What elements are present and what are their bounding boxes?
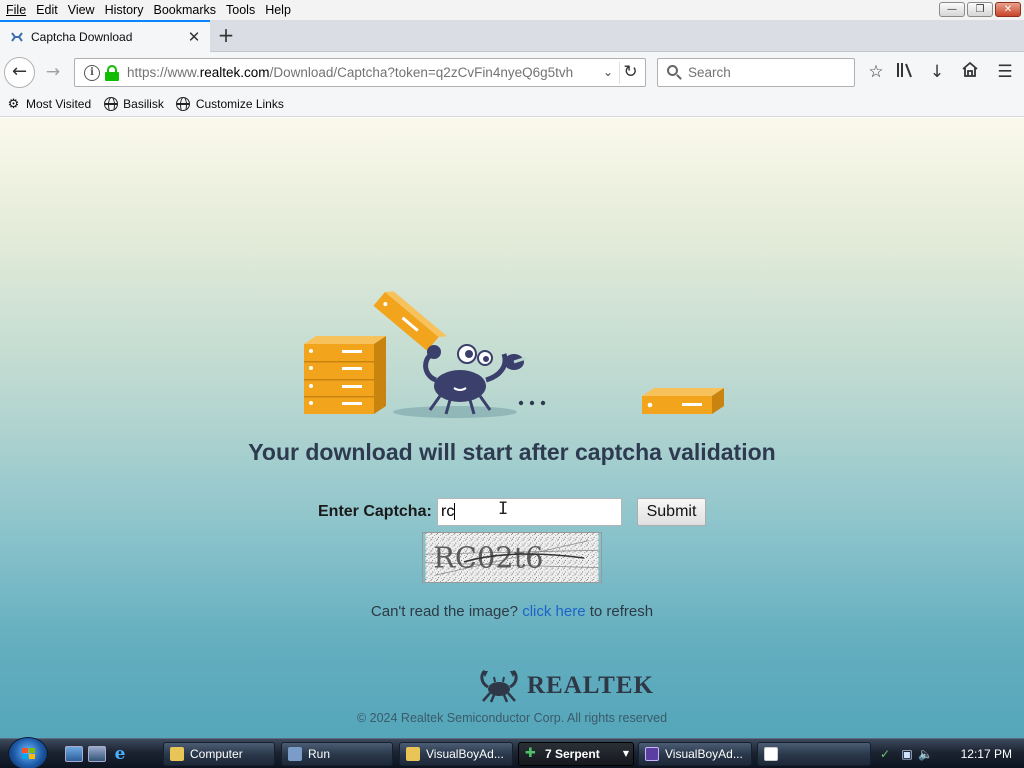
taskbar-computer[interactable]: Computer xyxy=(163,742,275,766)
bookmark-label: Most Visited xyxy=(26,97,92,111)
menu-tools[interactable]: Tools xyxy=(221,0,260,20)
folder-icon xyxy=(406,747,420,761)
site-info-icon[interactable]: i xyxy=(84,64,100,81)
bookmark-customize-links[interactable]: Customize Links xyxy=(176,97,284,112)
gameboy-icon xyxy=(645,747,659,761)
page-headline: Your download will start after captcha v… xyxy=(248,439,776,465)
menu-file[interactable]: File xyxy=(0,0,31,20)
realtek-crab-logo-icon xyxy=(480,669,518,703)
url-dropdown-icon[interactable]: ⌄ xyxy=(603,65,613,79)
taskbar-run[interactable]: Run xyxy=(281,742,393,766)
bookmark-star-icon[interactable]: ☆ xyxy=(864,61,888,83)
library-icon[interactable] xyxy=(893,61,917,83)
taskbar-label: Computer xyxy=(190,747,243,761)
tray-shield-icon[interactable]: ✓ xyxy=(878,747,892,761)
windows-logo-icon xyxy=(22,748,36,761)
menu-edit[interactable]: Edit xyxy=(31,0,63,20)
captcha-text: RC02t6 xyxy=(433,541,543,575)
menu-bookmarks[interactable]: Bookmarks xyxy=(148,0,221,20)
copyright-text: © 2024 Realtek Semiconductor Corp. All r… xyxy=(356,711,668,725)
page-content: Your download will start after captcha v… xyxy=(0,118,1024,738)
url-bar[interactable]: i https://www.realtek.com/Download/Captc… xyxy=(74,58,646,87)
menu-view[interactable]: View xyxy=(63,0,100,20)
close-tab-icon[interactable]: ✕ xyxy=(184,28,204,46)
system-tray: ✓ ▣ 🔈 12:17 PM xyxy=(874,739,1024,768)
show-desktop-icon[interactable] xyxy=(65,746,83,762)
submit-button[interactable]: Submit xyxy=(637,498,706,526)
bookmarks-toolbar: ⚙ Most Visited Basilisk Customize Links xyxy=(0,92,1024,117)
internet-explorer-icon[interactable]: e xyxy=(111,746,129,763)
search-box[interactable]: Search xyxy=(657,58,855,87)
taskbar-visualboyadvance-1[interactable]: VisualBoyAd... xyxy=(399,742,513,766)
search-placeholder: Search xyxy=(688,65,731,80)
menu-bar: File Edit View History Bookmarks Tools H… xyxy=(0,0,1024,20)
windows-taskbar: e Computer Run VisualBoyAd... ✚ 7 Serpen… xyxy=(0,737,1024,768)
run-icon xyxy=(288,747,302,761)
realtek-favicon-icon xyxy=(9,29,25,45)
search-icon xyxy=(666,64,684,82)
bookmark-basilisk[interactable]: Basilisk xyxy=(103,97,164,112)
realtek-brand-text: REALTEK xyxy=(527,672,654,699)
tab-title: Captcha Download xyxy=(31,30,133,44)
taskbar-label: 7 Serpent xyxy=(545,747,600,761)
taskbar-visualboyadvance-2[interactable]: VisualBoyAd... xyxy=(638,742,752,766)
navigation-bar: ← → i https://www.realtek.com/Download/C… xyxy=(0,52,1024,92)
tab-captcha-download[interactable]: Captcha Download ✕ xyxy=(0,20,210,52)
menu-history[interactable]: History xyxy=(100,0,149,20)
captcha-input[interactable]: rc xyxy=(437,498,622,526)
taskbar-label: Run xyxy=(308,747,331,761)
menu-help[interactable]: Help xyxy=(260,0,296,20)
menu-hamburger-icon[interactable]: ☰ xyxy=(993,61,1017,83)
gear-icon: ⚙ xyxy=(7,96,20,112)
refresh-prefix: Can't read the image? xyxy=(370,603,519,620)
bookmark-label: Customize Links xyxy=(195,97,284,111)
captcha-input-value: rc xyxy=(441,503,455,520)
taskbar-label: VisualBoyAd... xyxy=(665,747,743,761)
taskbar-java-app[interactable] xyxy=(757,742,871,766)
back-button[interactable]: ← xyxy=(4,57,35,88)
new-tab-button[interactable]: + xyxy=(214,24,238,48)
forward-button[interactable]: → xyxy=(42,62,64,84)
restore-button[interactable]: ❐ xyxy=(967,2,993,17)
crab-servers-illustration xyxy=(304,291,724,418)
mouse-ibeam-cursor-icon: I xyxy=(498,499,509,519)
network-icon[interactable]: ▣ xyxy=(900,747,914,761)
close-window-button[interactable]: ✕ xyxy=(995,2,1021,17)
url-text[interactable]: https://www.realtek.com/Download/Captcha… xyxy=(127,65,601,80)
server-stack-icon xyxy=(304,336,386,414)
clock[interactable]: 12:17 PM xyxy=(961,747,1012,761)
reload-icon[interactable]: ↻ xyxy=(619,62,641,84)
refresh-link[interactable]: click here xyxy=(522,603,585,620)
java-icon xyxy=(764,747,778,761)
taskbar-serpent[interactable]: ✚ 7 Serpent ▼ xyxy=(518,742,634,766)
captcha-image: RC02t6 xyxy=(422,532,602,583)
start-button[interactable] xyxy=(8,737,48,768)
folder-icon xyxy=(170,747,184,761)
window-controls: — ❐ ✕ xyxy=(939,2,1021,17)
crab-mascot-icon xyxy=(423,344,527,415)
bookmark-label: Basilisk xyxy=(123,97,164,111)
globe-icon xyxy=(176,97,191,112)
refresh-line: Can't read the image? click here to refr… xyxy=(0,603,1024,620)
realtek-logo: REALTEK xyxy=(477,669,654,703)
taskbar-label: VisualBoyAd... xyxy=(426,747,504,761)
minimize-button[interactable]: — xyxy=(939,2,965,17)
secure-lock-icon[interactable] xyxy=(105,64,119,81)
text-caret xyxy=(454,503,456,521)
taskbar-group-arrow-icon[interactable]: ▼ xyxy=(623,749,629,758)
switch-windows-icon[interactable] xyxy=(88,746,106,762)
bookmark-most-visited[interactable]: ⚙ Most Visited xyxy=(6,97,91,112)
serpent-icon: ✚ xyxy=(525,746,536,761)
refresh-suffix: to refresh xyxy=(589,603,654,620)
home-icon[interactable] xyxy=(958,61,982,83)
downloads-icon[interactable]: ↓ xyxy=(925,61,949,83)
volume-muted-icon[interactable]: 🔈 xyxy=(918,747,933,761)
tab-strip: Captcha Download ✕ + xyxy=(0,20,1024,52)
captcha-label: Enter Captcha: xyxy=(318,503,432,520)
server-block-icon xyxy=(642,388,724,414)
globe-icon xyxy=(103,97,118,112)
